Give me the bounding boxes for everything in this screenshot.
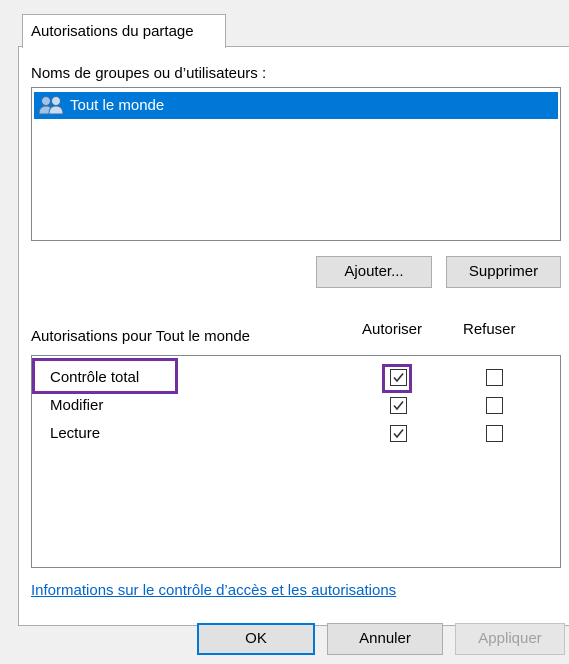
cancel-button[interactable]: Annuler [327, 623, 443, 655]
permissions-heading: Autorisations pour Tout le monde [31, 328, 251, 345]
permission-label-read: Lecture [50, 425, 101, 442]
ok-button[interactable]: OK [197, 623, 315, 655]
tab-share-permissions[interactable]: Autorisations du partage [22, 14, 226, 48]
list-item-everyone[interactable]: Tout le monde [34, 92, 558, 119]
list-item-label: Tout le monde [70, 97, 165, 114]
access-control-info-link[interactable]: Informations sur le contrôle d’accès et … [31, 582, 396, 599]
users-listbox[interactable]: Tout le monde [31, 87, 561, 241]
highlight-box-full-control [32, 358, 178, 394]
tab-label: Autorisations du partage [31, 23, 194, 40]
allow-checkbox-read[interactable] [390, 425, 407, 442]
remove-button[interactable]: Supprimer [446, 256, 561, 288]
deny-checkbox-full-control[interactable] [486, 369, 503, 386]
users-group-icon [38, 95, 68, 117]
check-icon [393, 401, 404, 411]
deny-checkbox-read[interactable] [486, 425, 503, 442]
users-heading: Noms de groupes ou d’utilisateurs : [31, 65, 267, 82]
permission-label-modify: Modifier [50, 397, 104, 414]
deny-checkbox-modify[interactable] [486, 397, 503, 414]
check-icon [393, 429, 404, 439]
allow-column-header: Autoriser [362, 321, 423, 338]
add-button[interactable]: Ajouter... [316, 256, 432, 288]
apply-button[interactable]: Appliquer [455, 623, 565, 655]
highlight-box-allow-checkbox [382, 364, 412, 393]
allow-checkbox-modify[interactable] [390, 397, 407, 414]
deny-column-header: Refuser [463, 321, 516, 338]
